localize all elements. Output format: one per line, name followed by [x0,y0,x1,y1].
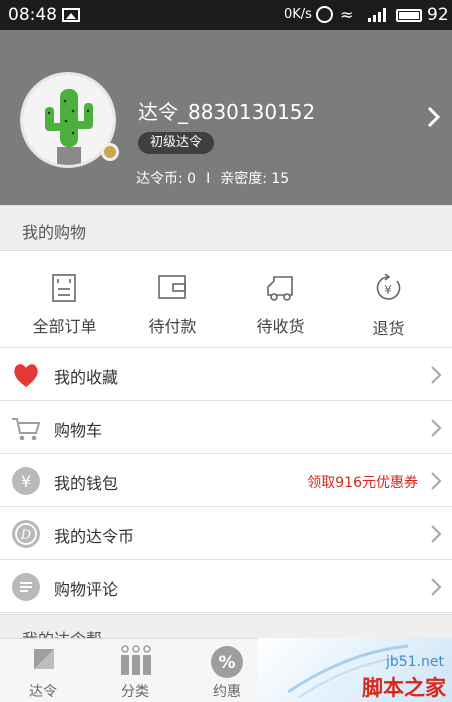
alarm-icon [316,6,333,23]
row-label: 我的钱包 [54,474,119,493]
svg-text:¥: ¥ [21,472,31,491]
percent-discount-icon: % [211,646,243,678]
tab-darling[interactable]: 达令 [0,639,86,702]
order-shortcuts: 全部订单 待付款 待收货 ¥ 退货 [0,251,452,348]
cart-row[interactable]: 购物车 [0,401,452,454]
row-label: 我的达令币 [54,527,135,546]
svg-text:¥: ¥ [384,283,392,297]
chevron-right-icon [431,578,442,596]
watermark-brand: 脚本之家 [362,676,446,700]
cactus-avatar-icon [45,89,93,165]
wallet-row[interactable]: ¥ 我的钱包 领取916元优惠券 [0,454,452,507]
avatar-badge-icon [101,143,119,161]
d-coin-icon: D [12,520,40,548]
row-label: 购物车 [54,421,103,440]
section-title: 我的购物 [22,223,87,242]
reviews-row[interactable]: 购物评论 [0,560,452,613]
all-orders-button[interactable]: 全部订单 [8,251,121,348]
darling-coins-row[interactable]: D 我的达令币 [0,507,452,560]
status-time: 08:48 [8,5,57,25]
return-yen-icon: ¥ [376,273,401,300]
section-my-shopping: 我的购物 [0,205,452,251]
row-label: 购物评论 [54,580,119,599]
svg-text:D: D [20,528,32,543]
category-grid-icon [121,645,151,675]
delivery-truck-icon [267,276,293,301]
pending-delivery-button[interactable]: 待收货 [224,251,337,348]
watermark-site: jb51.net [385,654,444,670]
pending-payment-button[interactable]: 待付款 [116,251,229,348]
battery-level: 92 [427,5,449,25]
wallet-icon [158,275,186,299]
favorites-row[interactable]: 我的收藏 [0,348,452,401]
yen-coin-icon: ¥ [12,467,40,495]
coupon-promo-link[interactable]: 领取916元优惠券 [307,472,418,492]
comment-icon [12,573,40,601]
chevron-right-icon [431,525,442,543]
svg-text:%: % [218,653,235,673]
wifi-icon: ≈ [340,5,354,24]
coins-stat: 达令币: 0 [136,171,197,187]
order-label: 待付款 [148,317,197,336]
tab-label: 达令 [29,684,57,700]
order-label: 待收货 [256,317,305,336]
order-label: 全部订单 [32,317,97,336]
order-label: 退货 [372,319,405,338]
heart-icon [14,364,38,387]
darling-logo-icon [34,649,54,669]
chevron-right-icon [431,366,442,384]
order-list-icon [52,274,76,302]
tab-label: 分类 [121,684,149,700]
network-speed: 0K/s [284,7,312,22]
profile-header[interactable]: 达令_8830130152 初级达令 达令币: 0 I 亲密度: 15 [0,30,452,205]
profile-stats: 达令币: 0 I 亲密度: 15 [136,168,289,188]
chevron-right-icon [431,472,442,490]
level-badge: 初级达令 [138,132,215,154]
row-label: 我的收藏 [54,368,119,387]
intimacy-stat: 亲密度: 15 [220,171,290,187]
cart-icon [12,418,41,441]
tab-category[interactable]: 分类 [92,639,178,702]
chevron-right-icon[interactable] [424,104,444,130]
status-bar: 08:48 0K/s ≈ 92 [0,0,452,30]
gallery-notification-icon [62,8,80,22]
signal-icon [368,8,388,22]
chevron-right-icon [431,419,442,437]
username: 达令_8830130152 [138,100,316,124]
stats-separator: I [206,171,211,187]
returns-button[interactable]: ¥ 退货 [332,251,445,348]
battery-icon [396,9,422,22]
site-watermark: jb51.net 脚本之家 [258,638,452,702]
